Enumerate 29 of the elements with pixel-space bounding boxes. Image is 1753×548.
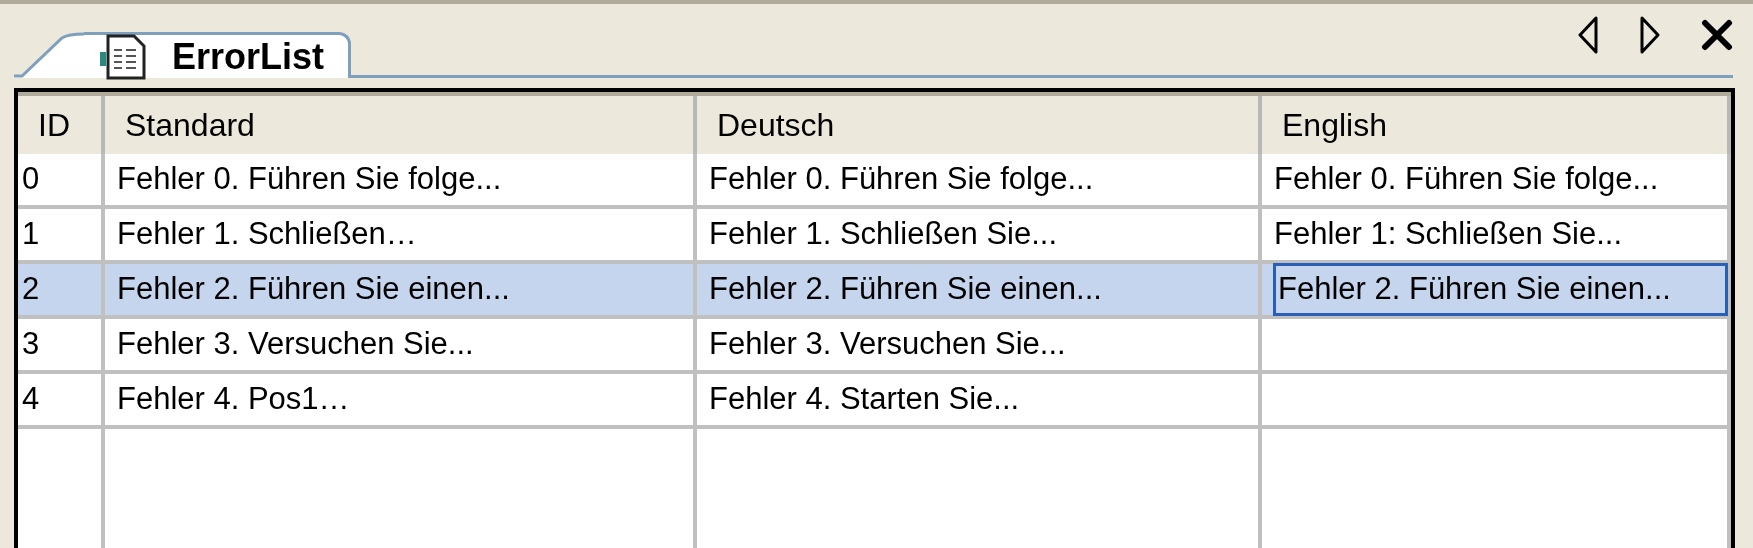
table-cell-text: 2 [22, 270, 41, 309]
table-cell-text: Fehler 0. Führen Sie folge... [709, 160, 1095, 199]
table-cell-text: Fehler 2. Führen Sie einen... [117, 270, 511, 309]
table-cell-text: 3 [22, 325, 41, 364]
tab-edge [14, 32, 84, 78]
table-cell-text: Fehler 0. Führen Sie folge... [117, 160, 503, 199]
table-cell-text: 4 [22, 380, 41, 419]
table-cell-text: Fehler 4. Pos1… [117, 380, 351, 419]
table-row[interactable]: 4 Fehler 4. Pos1… Fehler 4. Starten Sie... [18, 374, 1731, 429]
table-cell-text: 0 [22, 160, 41, 199]
table-cell-text: Fehler 0. Führen Sie folge... [1274, 160, 1660, 199]
table-row[interactable]: 0 Fehler 0. Führen Sie folge... Fehler 0. Führen Sie folge... Fehler 0. Führen Sie folge... [18, 154, 1731, 209]
table-row[interactable]: 2 Fehler 2. Führen Sie einen... Fehler 2. Führen Sie einen... Fehler 2. Führen Sie einen... [18, 264, 1731, 319]
next-icon[interactable] [1639, 16, 1661, 54]
table-cell-text: Fehler 4. Starten Sie... [709, 380, 1021, 419]
table-row[interactable]: 1 Fehler 1. Schließen… Fehler 1. Schließen Sie... Fehler 1: Schließen Sie... [18, 209, 1731, 264]
table-cell-text: Fehler 3. Versuchen Sie... [117, 325, 475, 364]
table-cell-text: Fehler 1: Schließen Sie... [1274, 215, 1624, 254]
table-cell-text: Fehler 3. Versuchen Sie... [709, 325, 1067, 364]
table-cell-text: Fehler 1. Schließen… [117, 215, 418, 254]
previous-icon[interactable] [1577, 16, 1599, 54]
table-cell-text: Fehler 1. Schließen Sie... [709, 215, 1059, 254]
document-list-icon [100, 33, 148, 80]
tab-label: ErrorList [172, 34, 325, 79]
table-cell-text: Fehler 2. Führen Sie einen... [709, 270, 1103, 309]
table-cell: Fehler 2. Führen Sie einen... [1274, 264, 1727, 315]
table-row[interactable]: 3 Fehler 3. Versuchen Sie... Fehler 3. Versuchen Sie... [18, 319, 1731, 374]
close-icon[interactable] [1701, 19, 1733, 51]
table-cell-text: 1 [22, 215, 41, 254]
